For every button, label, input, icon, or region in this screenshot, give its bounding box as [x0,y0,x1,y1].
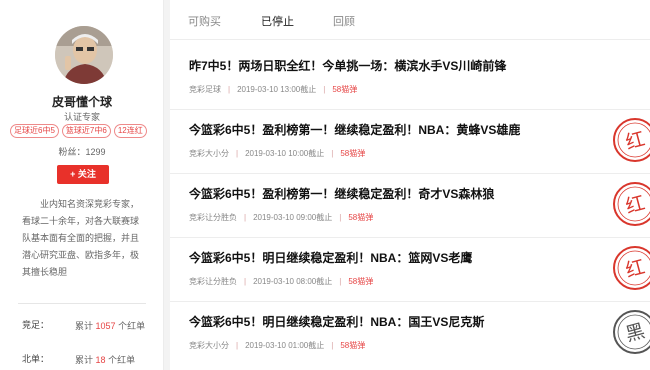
plan-title[interactable]: 今篮彩6中5！明日继续稳定盈利！NBA：国王VS尼克斯 [189,313,484,330]
plan-price: 58猫弹 [340,341,366,350]
stat-value: 累计 1057 个红单 [75,318,155,335]
meta-separator: | [323,85,326,94]
meta-separator: | [244,277,247,286]
plan-title[interactable]: 今篮彩6中5！盈利榜第一！继续稳定盈利！奇才VS森林狼 [189,185,494,202]
plan-meta: 竞彩足球 | 2019-03-10 13:00截止 | 58猫弹 [189,84,357,95]
record-tag: 12连红 [113,124,147,138]
record-tag: 足球近6中5 [10,124,59,138]
tab-bar: 可购买 已停止 回顾 [170,0,650,40]
red-stamp-icon: 红 [613,246,650,290]
plan-list-panel: 可购买 已停止 回顾 昨7中5！两场日职全红！今单挑一场：横滨水手VS川崎前锋 … [170,0,650,370]
plan-price: 58猫弹 [332,85,358,94]
record-tags: 足球近6中5 篮球近7中6 12连红 [10,124,160,138]
meta-separator: | [236,341,239,350]
plan-deadline: 2019-03-10 10:00截止 [245,149,325,158]
plan-meta: 竞彩大小分 | 2019-03-10 01:00截止 | 58猫弹 [189,340,365,351]
meta-separator: | [331,341,334,350]
meta-separator: | [236,149,239,158]
plan-category: 竞彩让分胜负 [189,277,237,286]
black-stamp-icon: 黑 [613,310,650,354]
fans-count: 粉丝：1299 [58,147,106,157]
plan-category: 竞彩让分胜负 [189,213,237,222]
expert-profile-card: 皮哥懂个球 认证专家 足球近6中5 篮球近7中6 12连红 粉丝：1299 + … [0,0,164,370]
meta-separator: | [228,85,231,94]
plan-item[interactable]: 今篮彩6中5！盈利榜第一！继续稳定盈利！NBA：黄蜂VS雄鹿 竞彩大小分 | 201… [170,108,650,174]
divider [18,303,146,304]
plan-deadline: 2019-03-10 13:00截止 [237,85,317,94]
plan-category: 竞彩大小分 [189,341,229,350]
stat-suffix: 个红单 [108,355,136,365]
certification-label: 认证专家 [63,112,100,122]
plan-price: 58猫弹 [340,149,366,158]
stat-count: 18 [95,355,106,365]
plan-item[interactable]: 今篮彩6中5！盈利榜第一！继续稳定盈利！奇才VS森林狼 竞彩让分胜负 | 2019-… [170,172,650,238]
meta-separator: | [339,277,342,286]
stat-prefix: 累计 [75,355,94,365]
plan-item[interactable]: 昨7中5！两场日职全红！今单挑一场：横滨水手VS川崎前锋 竞彩足球 | 2019-0… [170,44,650,110]
avatar-photo-icon [55,26,113,84]
tab-stopped[interactable]: 已停止 [261,13,294,29]
plan-meta: 竞彩让分胜负 | 2019-03-10 08:00截止 | 58猫弹 [189,276,373,287]
expert-name: 皮哥懂个球 [51,95,112,109]
plan-category: 竞彩大小分 [189,149,229,158]
plan-deadline: 2019-03-10 09:00截止 [253,213,333,222]
stamp-text: 红 [623,128,647,154]
plan-title[interactable]: 今篮彩6中5！盈利榜第一！继续稳定盈利！NBA：黄蜂VS雄鹿 [189,121,520,138]
stamp-text: 红 [623,192,647,218]
meta-separator: | [339,213,342,222]
plan-meta: 竞彩让分胜负 | 2019-03-10 09:00截止 | 58猫弹 [189,212,373,223]
follow-button[interactable]: + 关注 [57,165,109,184]
plan-item[interactable]: 今篮彩6中5！明日继续稳定盈利！NBA：国王VS尼克斯 竞彩大小分 | 2019-0… [170,300,650,366]
expert-bio: 业内知名资深竞彩专家，看球二十余年，对各大联赛球队基本面有全面的把握，并且潜心研… [22,199,140,277]
plan-category: 竞彩足球 [189,85,221,94]
plan-deadline: 2019-03-10 01:00截止 [245,341,325,350]
plan-price: 58猫弹 [348,277,374,286]
stat-count: 1057 [95,321,116,331]
meta-separator: | [331,149,334,158]
meta-separator: | [244,213,247,222]
plan-deadline: 2019-03-10 08:00截止 [253,277,333,286]
stamp-text: 黑 [623,320,647,346]
record-tag: 篮球近7中6 [61,124,111,138]
stat-prefix: 累计 [75,321,94,331]
stat-label: 北单： [22,354,50,364]
plan-item[interactable]: 今篮彩6中5！明日继续稳定盈利！NBA：篮网VS老鹰 竞彩让分胜负 | 2019-0… [170,236,650,302]
plan-meta: 竞彩大小分 | 2019-03-10 10:00截止 | 58猫弹 [189,148,365,159]
stat-value: 累计 18 个红单 [75,352,155,369]
stamp-text: 红 [623,256,647,282]
avatar[interactable] [55,26,113,84]
stat-label: 竞足： [22,320,50,330]
stat-suffix: 个红单 [118,321,146,331]
red-stamp-icon: 红 [613,182,650,226]
red-stamp-icon: 红 [613,118,650,162]
tab-available[interactable]: 可购买 [188,13,221,29]
plan-title[interactable]: 今篮彩6中5！明日继续稳定盈利！NBA：篮网VS老鹰 [189,249,472,266]
plan-price: 58猫弹 [348,213,374,222]
plan-title[interactable]: 昨7中5！两场日职全红！今单挑一场：横滨水手VS川崎前锋 [189,57,506,74]
tab-review[interactable]: 回顾 [333,13,355,29]
